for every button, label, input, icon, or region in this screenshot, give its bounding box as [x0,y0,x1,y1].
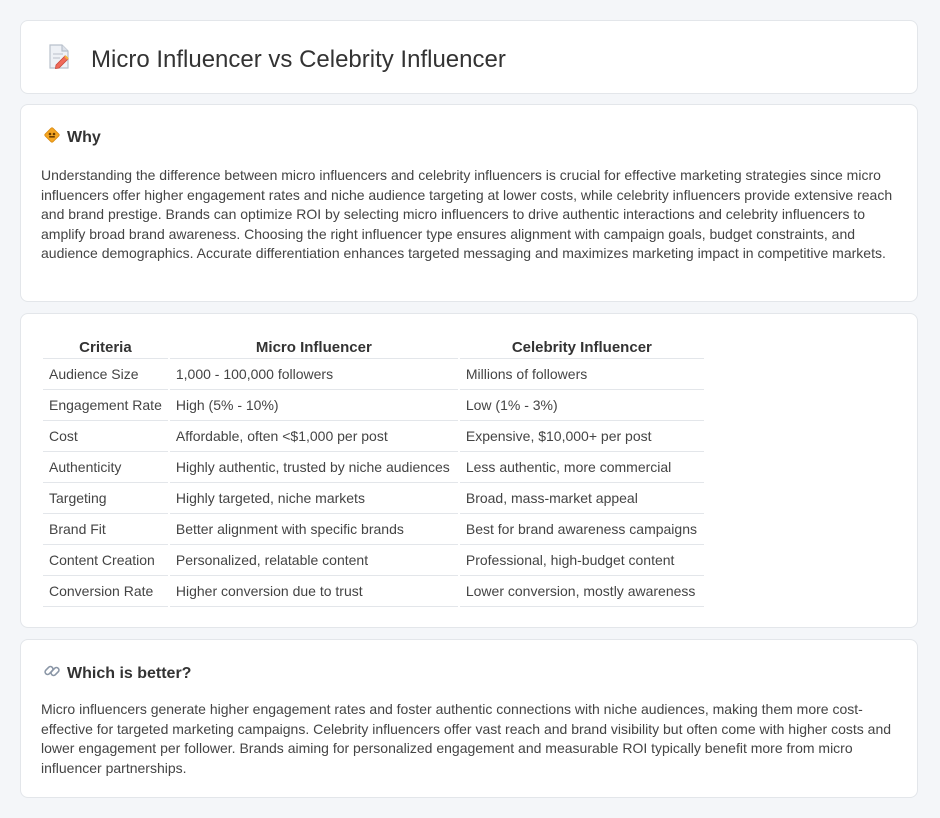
cell-celebrity: Low (1% - 3%) [459,390,704,421]
cell-criteria: Brand Fit [43,514,168,545]
cell-criteria: Content Creation [43,545,168,576]
cell-celebrity: Professional, high-budget content [459,545,704,576]
cell-celebrity: Lower conversion, mostly awareness [459,576,704,607]
comparison-table: Criteria Micro Influencer Celebrity Infl… [41,336,706,607]
cell-celebrity: Best for brand awareness campaigns [459,514,704,545]
cell-criteria: Targeting [43,483,168,514]
document-pencil-icon [47,43,71,76]
why-heading: Why [43,126,101,149]
cell-micro: Highly authentic, trusted by niche audie… [169,452,458,483]
cell-micro: Highly targeted, niche markets [169,483,458,514]
column-header-micro: Micro Influencer [169,336,458,359]
table-row: Targeting Highly targeted, niche markets… [43,483,704,514]
column-header-celebrity: Celebrity Influencer [459,336,704,359]
cell-criteria: Conversion Rate [43,576,168,607]
cell-micro: Personalized, relatable content [169,545,458,576]
cell-micro: Better alignment with specific brands [169,514,458,545]
cell-criteria: Engagement Rate [43,390,168,421]
table-row: Cost Affordable, often <$1,000 per post … [43,421,704,452]
cell-criteria: Authenticity [43,452,168,483]
why-title: Why [67,128,101,146]
diamond-sign-icon [43,126,61,149]
header-card: Micro Influencer vs Celebrity Influencer [20,20,918,94]
better-heading: Which is better? [43,662,191,685]
better-title: Which is better? [67,664,192,682]
cell-micro: Affordable, often <$1,000 per post [169,421,458,452]
why-text: Understanding the difference between mic… [41,167,893,261]
cell-celebrity: Broad, mass-market appeal [459,483,704,514]
cell-celebrity: Less authentic, more commercial [459,452,704,483]
cell-criteria: Cost [43,421,168,452]
cell-micro: High (5% - 10%) [169,390,458,421]
table-row: Audience Size 1,000 - 100,000 followers … [43,359,704,390]
column-header-criteria: Criteria [43,336,168,359]
table-row: Engagement Rate High (5% - 10%) Low (1% … [43,390,704,421]
cell-micro: 1,000 - 100,000 followers [169,359,458,390]
table-row: Brand Fit Better alignment with specific… [43,514,704,545]
table-row: Conversion Rate Higher conversion due to… [43,576,704,607]
better-card: Which is better? Micro influencers gener… [20,639,918,798]
better-text: Micro influencers generate higher engage… [41,701,892,776]
link-icon [43,662,61,685]
comparison-card: Criteria Micro Influencer Celebrity Infl… [20,313,918,628]
cell-micro: Higher conversion due to trust [169,576,458,607]
cell-celebrity: Millions of followers [459,359,704,390]
table-header-row: Criteria Micro Influencer Celebrity Infl… [43,336,704,359]
table-row: Authenticity Highly authentic, trusted b… [43,452,704,483]
page-title: Micro Influencer vs Celebrity Influencer [91,45,506,73]
cell-celebrity: Expensive, $10,000+ per post [459,421,704,452]
page-title-row: Micro Influencer vs Celebrity Influencer [47,43,506,76]
cell-criteria: Audience Size [43,359,168,390]
table-row: Content Creation Personalized, relatable… [43,545,704,576]
why-card: Why Understanding the difference between… [20,104,918,302]
